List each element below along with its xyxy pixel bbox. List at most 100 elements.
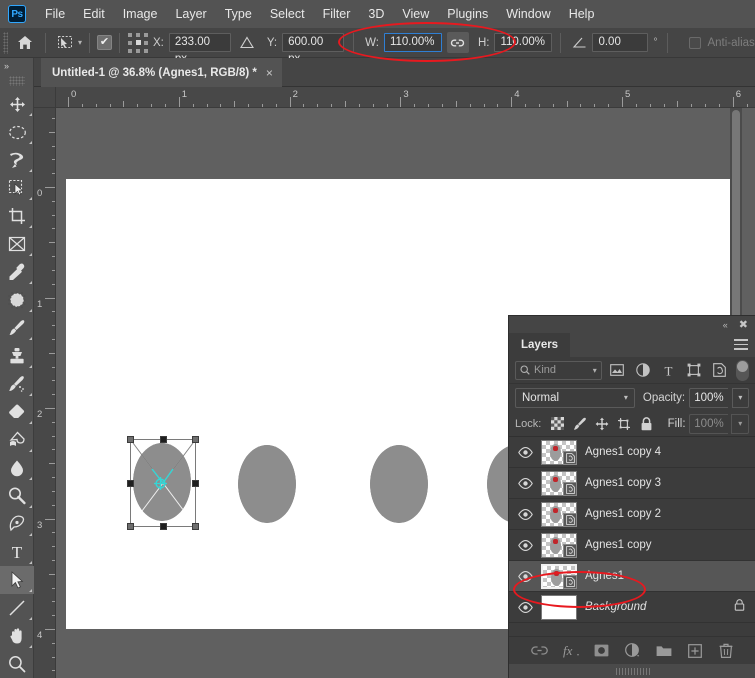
layer-thumbnail[interactable] [541, 532, 577, 558]
type-tool[interactable]: T [0, 538, 34, 566]
transform-reference-point[interactable] [154, 477, 167, 490]
options-bar-grip[interactable] [3, 31, 8, 54]
anti-alias-checkbox[interactable]: Anti-alias [689, 36, 755, 49]
menu-select[interactable]: Select [261, 3, 314, 25]
tool-more-triangle[interactable] [29, 533, 32, 536]
x-position-input[interactable]: 233.00 px [168, 33, 231, 65]
tool-more-triangle[interactable] [29, 197, 32, 200]
tool-more-triangle[interactable] [29, 169, 32, 172]
tool-more-triangle[interactable] [29, 449, 32, 452]
eyedropper-tool[interactable] [0, 258, 34, 286]
tool-more-triangle[interactable] [29, 589, 32, 592]
layer-row-agnes1-copy-4[interactable]: Agnes1 copy 4 [509, 437, 755, 468]
toolbar-grip[interactable] [8, 76, 25, 86]
close-icon[interactable]: × [266, 66, 273, 80]
transform-handle-top-left[interactable] [127, 436, 134, 443]
brush-tool[interactable] [0, 314, 34, 342]
transform-handle-middle-left[interactable] [127, 480, 134, 487]
object-selection-tool[interactable] [0, 174, 34, 202]
crop-tool[interactable] [0, 202, 34, 230]
transform-handle-bottom-center[interactable] [160, 523, 167, 530]
transform-handle-top-center[interactable] [160, 436, 167, 443]
pen-tool[interactable] [0, 510, 34, 538]
layer-name[interactable]: Agnes1 [585, 570, 624, 582]
tool-more-triangle[interactable] [29, 141, 32, 144]
type-layer-filter-icon[interactable]: T [658, 360, 679, 380]
y-position-input[interactable]: 600.00 px [282, 33, 345, 65]
chevron-down-icon[interactable]: ▾ [78, 38, 82, 47]
lock-artboard-icon[interactable] [615, 414, 634, 434]
chicken-image-3[interactable] [370, 445, 428, 523]
transform-handle-top-right[interactable] [192, 436, 199, 443]
layer-name[interactable]: Agnes1 copy [585, 539, 652, 551]
dodge-tool[interactable] [0, 482, 34, 510]
rotation-angle-input[interactable]: 0.00 [592, 33, 649, 52]
smart-object-filter-icon[interactable] [710, 360, 731, 380]
tool-more-triangle[interactable] [29, 617, 32, 620]
angle-icon[interactable] [568, 32, 592, 54]
vertical-ruler[interactable]: 0 1 2 3 4 [34, 108, 56, 678]
elliptical-marquee-tool[interactable] [0, 118, 34, 146]
menu-view[interactable]: View [393, 3, 438, 25]
layer-thumbnail[interactable] [541, 563, 577, 589]
menu-type[interactable]: Type [216, 3, 261, 25]
layer-visibility-eye-icon[interactable] [509, 446, 541, 458]
layer-row-agnes1-copy-2[interactable]: Agnes1 copy 2 [509, 499, 755, 530]
menu-3d[interactable]: 3D [359, 3, 393, 25]
collapse-panel-icon[interactable]: « [723, 320, 728, 330]
lock-transparency-icon[interactable] [547, 414, 566, 434]
layer-thumbnail[interactable] [541, 470, 577, 496]
tool-more-triangle[interactable] [29, 393, 32, 396]
link-layers-icon[interactable] [530, 641, 549, 660]
new-layer-icon[interactable] [685, 641, 704, 660]
layer-thumbnail[interactable] [541, 439, 577, 465]
layer-visibility-eye-icon[interactable] [509, 539, 541, 551]
hand-tool[interactable] [0, 622, 34, 650]
layer-thumbnail[interactable] [541, 594, 577, 620]
width-percent-input[interactable]: 110.00% [383, 33, 442, 52]
tool-more-triangle[interactable] [29, 253, 32, 256]
home-icon[interactable] [12, 31, 38, 55]
horizontal-ruler[interactable]: 0 1 2 3 4 5 6 [56, 87, 755, 108]
link-chain-icon[interactable] [446, 32, 469, 53]
shape-layer-filter-icon[interactable] [684, 360, 705, 380]
pixel-layer-filter-icon[interactable] [607, 360, 628, 380]
close-panel-icon[interactable]: ✖ [739, 318, 748, 331]
gradient-tool[interactable] [0, 426, 34, 454]
tool-more-triangle[interactable] [29, 505, 32, 508]
opacity-input[interactable]: 100% [689, 387, 728, 408]
menu-image[interactable]: Image [114, 3, 167, 25]
menu-layer[interactable]: Layer [166, 3, 215, 25]
new-group-icon[interactable] [654, 641, 673, 660]
tool-more-triangle[interactable] [29, 561, 32, 564]
panel-menu-icon[interactable] [734, 339, 748, 350]
layer-row-agnes1-copy-3[interactable]: Agnes1 copy 3 [509, 468, 755, 499]
line-tool[interactable] [0, 594, 34, 622]
fill-slider-chevron-icon[interactable]: ▾ [731, 413, 750, 434]
menu-edit[interactable]: Edit [74, 3, 114, 25]
chicken-image-2[interactable] [238, 445, 296, 523]
height-percent-input[interactable]: 110.00% [494, 33, 553, 52]
panel-resize-grip[interactable] [509, 664, 755, 678]
menu-help[interactable]: Help [560, 3, 604, 25]
commit-transform-checkbox[interactable]: ✔ [97, 35, 113, 50]
layer-visibility-eye-icon[interactable] [509, 477, 541, 489]
menu-window[interactable]: Window [497, 3, 559, 25]
add-layer-style-icon[interactable]: fx [561, 641, 580, 660]
tool-more-triangle[interactable] [29, 281, 32, 284]
fill-input[interactable]: 100% [688, 413, 729, 434]
adjustment-layer-filter-icon[interactable] [632, 360, 653, 380]
eraser-tool[interactable] [0, 398, 34, 426]
lock-image-pixels-icon[interactable] [570, 414, 589, 434]
layer-visibility-eye-icon[interactable] [509, 508, 541, 520]
layer-row-agnes1-copy[interactable]: Agnes1 copy [509, 530, 755, 561]
chevron-down-icon[interactable]: ▾ [593, 366, 597, 375]
scrollbar-thumb[interactable] [732, 110, 740, 330]
layer-row-background[interactable]: Background [509, 592, 755, 623]
lock-all-icon[interactable] [637, 414, 656, 434]
tool-more-triangle[interactable] [29, 113, 32, 116]
layer-name[interactable]: Agnes1 copy 2 [585, 508, 661, 520]
layer-visibility-eye-icon[interactable] [509, 570, 541, 582]
transform-handle-middle-right[interactable] [192, 480, 199, 487]
layer-visibility-eye-icon[interactable] [509, 601, 541, 613]
